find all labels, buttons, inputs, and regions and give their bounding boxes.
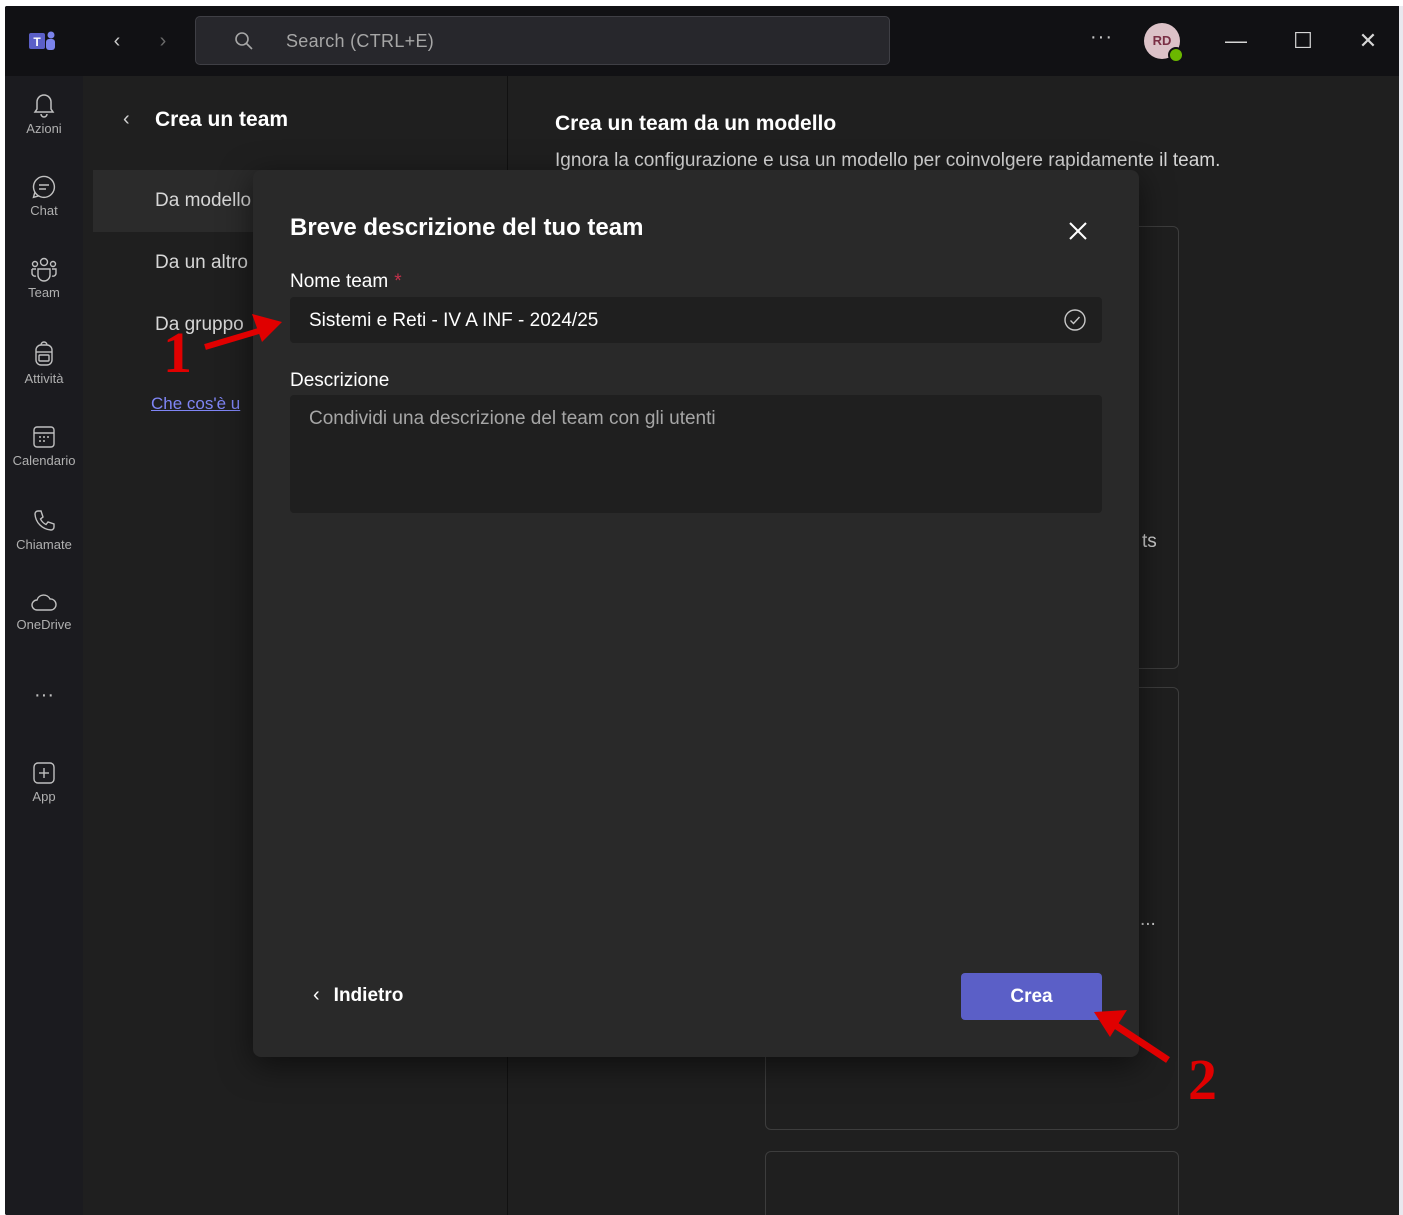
rail-label: Azioni — [26, 121, 62, 136]
rail-item-azioni[interactable]: Azioni — [5, 90, 83, 136]
phone-icon — [34, 510, 55, 531]
backpack-icon — [35, 341, 53, 366]
create-button[interactable]: Crea — [961, 973, 1102, 1020]
title-bar: T ‹ › Search (CTRL+E) ··· RD — ☐ ✕ — [5, 6, 1400, 76]
team-description-dialog: Breve descrizione del tuo team Nome team… — [253, 170, 1139, 1057]
back-button[interactable]: ‹ Indietro — [313, 984, 403, 1007]
card-text-fragment: ts — [1142, 531, 1157, 552]
annotation-step-1: 1 — [163, 320, 192, 385]
check-circle-icon — [1064, 309, 1086, 331]
rail-item-chat[interactable]: Chat — [5, 174, 83, 218]
content-title: Crea un team da un modello — [555, 112, 837, 135]
minimize-button[interactable]: — — [1219, 24, 1253, 58]
rail-item-chiamate[interactable]: Chiamate — [5, 508, 83, 552]
presence-available-icon — [1168, 47, 1184, 63]
back-nav-button[interactable]: ‹ — [105, 28, 129, 54]
bell-icon — [33, 94, 55, 118]
rail-item-onedrive[interactable]: OneDrive — [5, 592, 83, 632]
teams-logo-icon[interactable]: T — [27, 26, 57, 56]
description-label: Descrizione — [290, 370, 390, 391]
teams-window: T ‹ › Search (CTRL+E) ··· RD — ☐ ✕ Azion… — [5, 6, 1400, 1215]
app-rail: Azioni Chat Team Attività Calendario Chi… — [5, 76, 83, 1215]
required-mark: * — [394, 271, 402, 292]
close-icon[interactable] — [1061, 214, 1095, 248]
team-name-label: Nome team * — [290, 271, 402, 292]
rail-label: Chiamate — [16, 537, 72, 552]
template-card[interactable] — [765, 1151, 1179, 1215]
rail-label: Team — [28, 285, 60, 300]
annotation-step-2: 2 — [1188, 1047, 1217, 1112]
cloud-icon — [31, 594, 57, 611]
search-placeholder: Search (CTRL+E) — [286, 31, 435, 51]
window-edge — [1399, 6, 1403, 1215]
search-input[interactable]: Search (CTRL+E) — [195, 16, 890, 65]
back-chevron-icon[interactable]: ‹ — [123, 108, 130, 131]
description-placeholder: Condividi una descrizione del team con g… — [309, 408, 716, 429]
add-app-icon — [33, 762, 55, 784]
rail-label: Calendario — [12, 453, 76, 468]
calendar-icon — [33, 426, 55, 448]
search-icon — [235, 32, 253, 50]
forward-nav-button[interactable]: › — [151, 28, 175, 54]
description-textarea[interactable]: Condividi una descrizione del team con g… — [290, 395, 1102, 513]
rail-label: Attività — [24, 371, 64, 386]
rail-label: Chat — [30, 203, 58, 218]
rail-label: App — [32, 789, 56, 804]
svg-text:T: T — [33, 35, 41, 49]
pane-title: Crea un team — [155, 108, 289, 131]
rail-item-app[interactable]: App — [5, 760, 83, 804]
more-options-button[interactable]: ··· — [1090, 26, 1113, 49]
rail-more-button[interactable]: ··· — [5, 684, 83, 707]
rail-label: OneDrive — [16, 617, 72, 632]
rail-item-team[interactable]: Team — [5, 256, 83, 300]
team-name-value: Sistemi e Reti - IV A INF - 2024/25 — [309, 310, 599, 331]
content-subtitle: Ignora la configurazione e usa un modell… — [555, 150, 1221, 171]
rail-item-calendario[interactable]: Calendario — [5, 424, 83, 468]
chat-icon — [32, 175, 56, 199]
what-is-team-link[interactable]: Che cos'è u — [151, 394, 240, 414]
dialog-title: Breve descrizione del tuo team — [290, 214, 644, 241]
rail-item-attivita[interactable]: Attività — [5, 340, 83, 386]
close-window-button[interactable]: ✕ — [1351, 24, 1385, 58]
team-icon — [31, 257, 57, 282]
team-name-input[interactable]: Sistemi e Reti - IV A INF - 2024/25 — [290, 297, 1102, 343]
card-text-fragment: ... — [1140, 909, 1156, 930]
maximize-button[interactable]: ☐ — [1286, 24, 1320, 58]
chevron-left-icon: ‹ — [313, 984, 320, 1006]
